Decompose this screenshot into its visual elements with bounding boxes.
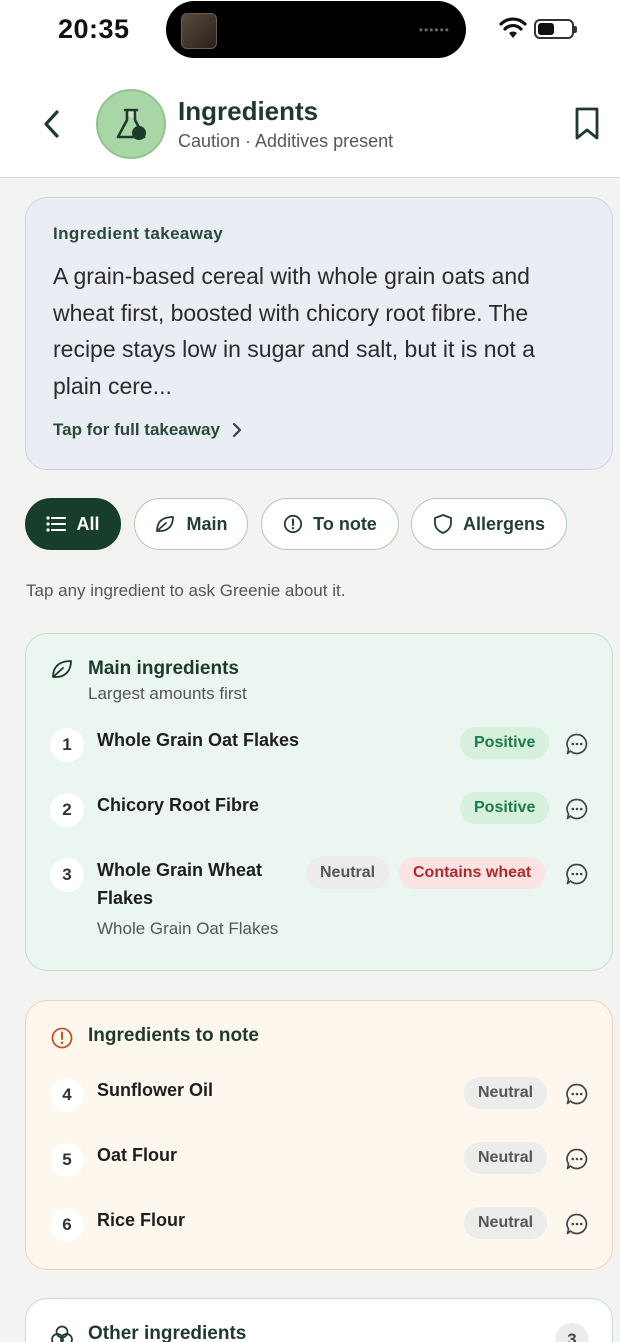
takeaway-card[interactable]: Ingredient takeaway A grain-based cereal… [25, 197, 613, 470]
chat-bubble-icon[interactable] [565, 732, 589, 756]
neutral-badge: Neutral [464, 1077, 548, 1109]
chat-bubble-icon[interactable] [565, 862, 589, 886]
other-section-title: Other ingredients [88, 1323, 247, 1342]
positive-badge: Positive [460, 727, 550, 759]
ingredient-number: 6 [50, 1208, 84, 1242]
battery-icon [534, 19, 577, 39]
chat-bubble-icon[interactable] [565, 1147, 589, 1171]
chat-bubble-icon[interactable] [565, 1212, 589, 1236]
ingredient-name-line2: Flakes [97, 888, 154, 908]
waveform-icon: •••••• [418, 23, 450, 37]
full-takeaway-label: Tap for full takeaway [53, 420, 220, 439]
filter-to-note-chip[interactable]: To note [261, 498, 399, 550]
filter-to-note-label: To note [313, 513, 377, 534]
page-title: Ingredients [178, 96, 319, 126]
list-icon [46, 516, 67, 532]
ingredient-name: Whole Grain Oat Flakes [97, 730, 300, 750]
neutral-badge: Neutral [464, 1142, 548, 1174]
category-avatar [96, 89, 166, 159]
leaf-icon [52, 660, 72, 678]
hint-text: Tap any ingredient to ask Greenie about … [26, 581, 346, 600]
filter-all-chip[interactable]: All [25, 498, 121, 550]
note-section-title: Ingredients to note [88, 1025, 259, 1046]
now-playing-artwork [181, 13, 217, 49]
ingredient-name: Oat Flour [97, 1145, 177, 1165]
top-header: 20:35 •••••• Ingredients Caution · Addit… [0, 0, 620, 178]
full-takeaway-link[interactable]: Tap for full takeaway [53, 420, 242, 440]
circles-icon [51, 1325, 73, 1342]
page-subtitle: Caution · Additives present [178, 131, 394, 151]
shield-icon [434, 514, 452, 534]
filter-allergens-label: Allergens [462, 513, 546, 534]
ingredient-name-line1: Whole Grain Wheat [97, 860, 263, 880]
ingredient-number: 5 [50, 1143, 84, 1177]
dynamic-island: •••••• [166, 1, 466, 58]
alert-circle-icon [284, 514, 303, 534]
filter-all-label: All [76, 513, 100, 534]
back-button[interactable] [36, 104, 68, 144]
takeaway-text: A grain-based cereal with whole grain oa… [53, 263, 535, 399]
leaf-icon [156, 516, 175, 532]
ingredient-number: 3 [50, 858, 84, 892]
ingredient-number: 2 [50, 793, 84, 827]
neutral-badge: Neutral [306, 857, 390, 889]
wifi-icon [499, 17, 527, 38]
alert-circle-icon [51, 1027, 73, 1049]
positive-badge: Positive [460, 792, 550, 824]
main-section-subtitle: Largest amounts first [88, 684, 247, 703]
ingredient-number: 1 [50, 728, 84, 762]
filter-allergens-chip[interactable]: Allergens [411, 498, 567, 550]
ingredient-number: 4 [50, 1078, 84, 1112]
bookmark-icon[interactable] [572, 106, 602, 142]
filter-main-chip[interactable]: Main [134, 498, 248, 550]
chevron-right-icon [232, 422, 242, 438]
to-note-card: Ingredients to note 4 Sunflower Oil Neut… [25, 1000, 613, 1270]
flask-icon [116, 108, 146, 140]
other-count-badge: 3 [555, 1323, 589, 1342]
other-ingredients-card[interactable]: Other ingredients 3 [25, 1298, 613, 1342]
main-ingredients-card: Main ingredients Largest amounts first 1… [25, 633, 613, 971]
main-section-title: Main ingredients [88, 658, 239, 679]
filter-main-label: Main [186, 513, 228, 534]
takeaway-label: Ingredient takeaway [53, 224, 224, 243]
chat-bubble-icon[interactable] [565, 1082, 589, 1106]
ingredient-source: Whole Grain Oat Flakes [97, 919, 279, 938]
chat-bubble-icon[interactable] [565, 797, 589, 821]
ingredient-name: Sunflower Oil [97, 1080, 214, 1100]
ingredient-name: Rice Flour [97, 1210, 186, 1230]
status-time: 20:35 [58, 14, 130, 44]
ingredient-name: Chicory Root Fibre [97, 795, 260, 815]
allergen-badge: Contains wheat [399, 857, 546, 889]
neutral-badge: Neutral [464, 1207, 548, 1239]
chevron-left-icon [44, 110, 59, 138]
